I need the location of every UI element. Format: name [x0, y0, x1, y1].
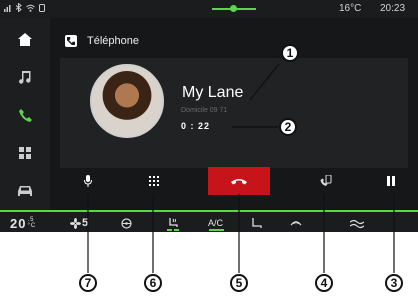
- callout-5: 5: [230, 274, 248, 292]
- contact-number: Domicile 09 71: [181, 107, 228, 114]
- signal-icon: [4, 4, 11, 12]
- home-icon: [18, 32, 32, 46]
- fan-icon: [70, 217, 81, 229]
- temperature-value: 20: [10, 215, 27, 231]
- sidebar-item-phone[interactable]: [0, 96, 50, 134]
- seat-ventilation-button[interactable]: [251, 214, 263, 232]
- call-duration: 0 : 22: [181, 121, 211, 131]
- sidebar-item-car[interactable]: [0, 172, 50, 210]
- hang-up-icon: [231, 178, 247, 184]
- pause-icon: [387, 176, 395, 186]
- wifi-icon: [26, 4, 35, 12]
- sidebar-item-apps[interactable]: [0, 134, 50, 172]
- callout-1: 1: [281, 44, 299, 62]
- mute-microphone-button[interactable]: [70, 167, 106, 195]
- hold-button[interactable]: [373, 167, 409, 195]
- page-title: Téléphone: [87, 35, 139, 47]
- status-bar: 16°C 20:23: [0, 0, 418, 18]
- phone-small-icon: [39, 3, 45, 12]
- callout-2: 2: [279, 118, 297, 136]
- sidebar-item-home[interactable]: [0, 20, 50, 58]
- keypad-icon: [149, 176, 159, 186]
- status-icons: [4, 3, 45, 12]
- temperature-unit: °C: [27, 223, 37, 229]
- callout-7: 7: [79, 274, 97, 292]
- fan-level: 5: [82, 217, 89, 229]
- music-icon: [19, 70, 31, 84]
- ac-active-indicator: [209, 229, 224, 231]
- ac-button[interactable]: A/C: [208, 214, 224, 232]
- infotainment-screen: 16°C 20:23 Téléphone My Lane Domicile 09…: [0, 0, 418, 232]
- bluetooth-icon: [16, 3, 22, 12]
- climate-bar: 20 .5 °C 5 A/C: [0, 210, 418, 232]
- seat-icon: [252, 218, 262, 228]
- callout-6: 6: [144, 274, 162, 292]
- transfer-call-button[interactable]: [308, 167, 344, 195]
- sidebar: [0, 18, 50, 210]
- clock: 20:23: [380, 3, 406, 14]
- keypad-button[interactable]: [136, 167, 172, 195]
- heated-seat-icon: [169, 218, 178, 227]
- ac-label: A/C: [208, 218, 224, 228]
- air-flow-icon: [350, 219, 364, 228]
- defrost-button[interactable]: [290, 214, 302, 232]
- outside-temperature: 16°C: [339, 3, 362, 14]
- callout-3: 3: [385, 274, 403, 292]
- seat-heat-level-2: [174, 229, 179, 231]
- temperature-fraction-unit: .5 °C: [27, 217, 36, 229]
- windshield-defrost-icon: [290, 221, 302, 226]
- callout-4: 4: [315, 274, 333, 292]
- steering-heat-button[interactable]: [121, 214, 132, 232]
- seat-heat-level-1: [167, 229, 172, 231]
- contact-avatar: [90, 64, 164, 138]
- sidebar-item-music[interactable]: [0, 58, 50, 96]
- fan-speed-control[interactable]: 5: [70, 214, 88, 232]
- phone-transfer-icon: [320, 175, 332, 186]
- air-flow-button[interactable]: [350, 214, 364, 232]
- apps-icon: [19, 147, 31, 159]
- page-indicator: [212, 5, 256, 12]
- phone-app-icon: [65, 35, 77, 47]
- steering-wheel-heat-icon: [121, 217, 132, 229]
- seat-heat-button[interactable]: [167, 214, 179, 232]
- hang-up-button[interactable]: [208, 167, 270, 195]
- temperature-setting[interactable]: 20 .5 °C: [10, 214, 36, 232]
- car-icon: [18, 186, 32, 196]
- microphone-icon: [84, 175, 92, 187]
- contact-name: My Lane: [182, 84, 244, 101]
- phone-icon: [18, 108, 32, 122]
- phone-call-view: Téléphone My Lane Domicile 09 71 0 : 22: [50, 18, 418, 210]
